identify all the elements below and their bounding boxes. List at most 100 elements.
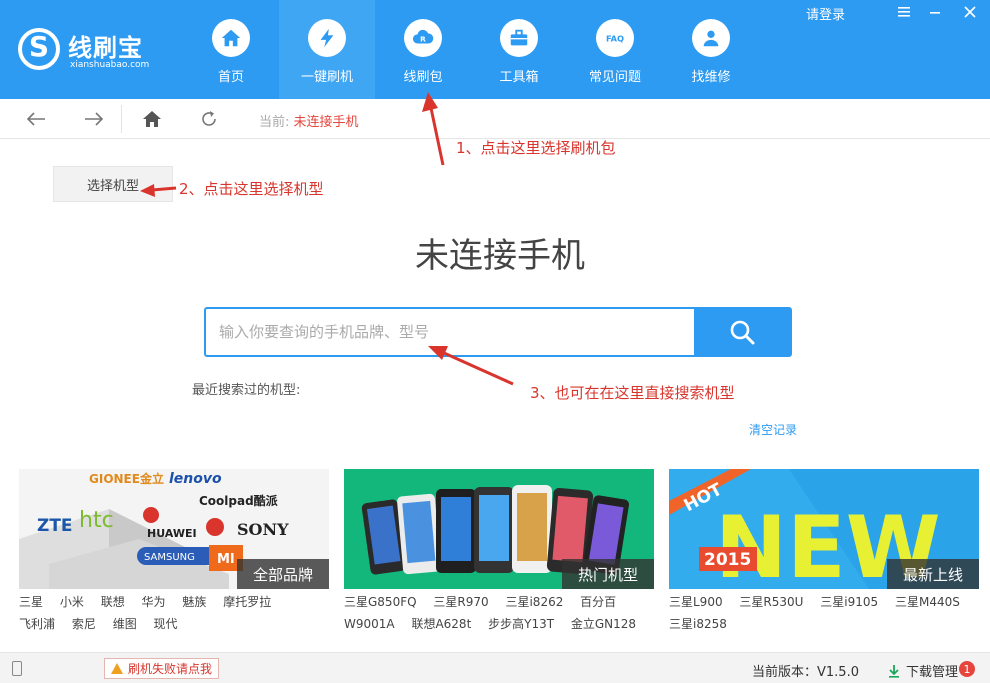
back-button[interactable] <box>22 106 50 132</box>
home-button[interactable] <box>138 106 166 132</box>
nav-faq[interactable]: FAQ 常见问题 <box>567 0 663 99</box>
download-manager-label: 下载管理 <box>906 665 959 680</box>
nav-toolbox[interactable]: 工具箱 <box>471 0 567 99</box>
brand-logo-htc: htc <box>79 508 114 533</box>
model-link[interactable]: 金立GN128 <box>571 613 636 635</box>
download-count-badge: 1 <box>959 661 975 677</box>
card-tag: 最新上线 <box>886 559 979 589</box>
search-button[interactable] <box>694 309 790 355</box>
model-link[interactable]: 三星i8258 <box>669 613 727 635</box>
model-link[interactable]: 三星M440S <box>895 591 960 613</box>
nav-label: 工具箱 <box>499 70 539 85</box>
recent-search-label: 最近搜索过的机型: <box>192 383 301 398</box>
annotation-2: 2、点击这里选择机型 <box>179 180 324 198</box>
repair-person-icon <box>692 19 730 57</box>
model-link[interactable]: 三星R970 <box>433 591 488 613</box>
nav-toolbar: 当前: 未连接手机 <box>0 99 990 139</box>
toolbar-divider <box>121 105 122 133</box>
minimize-button[interactable] <box>921 0 949 24</box>
search-icon <box>730 320 755 345</box>
lightning-icon <box>308 19 346 57</box>
model-link[interactable]: W9001A <box>344 613 395 635</box>
brand-links: 三星 小米 联想 华为 魅族 摩托罗拉 飞利浦 索尼 维图 现代 <box>19 591 331 635</box>
model-link[interactable]: 三星i8262 <box>505 591 563 613</box>
faq-icon: FAQ <box>596 19 634 57</box>
nav-label: 常见问题 <box>588 70 641 85</box>
brand-link[interactable]: 联想 <box>101 591 125 613</box>
nav-label: 一键刷机 <box>300 70 353 85</box>
brand-link[interactable]: 索尼 <box>72 613 96 635</box>
model-link[interactable]: 三星G850FQ <box>344 591 417 613</box>
brand-link[interactable]: 三星 <box>19 591 43 613</box>
card-tag: 热门机型 <box>561 559 654 589</box>
app-name: 线刷宝 <box>68 34 143 62</box>
breadcrumb-status: 未连接手机 <box>293 115 359 130</box>
brand-link[interactable]: 魅族 <box>182 591 206 613</box>
app-logo[interactable]: 线刷宝 xianshuabao.com <box>18 24 168 74</box>
model-link[interactable]: 步步高Y13T <box>488 613 554 635</box>
brand-link[interactable]: 维图 <box>113 613 137 635</box>
brand-logo-gionee: GIONEE金立 <box>89 471 164 486</box>
brand-link[interactable]: 飞利浦 <box>19 613 55 635</box>
model-link[interactable]: 三星i9105 <box>820 591 878 613</box>
search-input[interactable] <box>206 309 696 355</box>
header-bar: 线刷宝 xianshuabao.com 首页 一键刷机 R 线刷包 <box>0 0 990 99</box>
menu-icon <box>898 7 910 17</box>
card-new-arrivals[interactable]: HOT NEW 2015 最新上线 <box>669 469 979 589</box>
logo-s-icon <box>18 28 60 70</box>
arrow-left-icon <box>26 112 45 126</box>
brand-link[interactable]: 现代 <box>154 613 178 635</box>
hot-model-links: 三星G850FQ 三星R970 三星i8262 百分百 W9001A 联想A62… <box>344 591 656 635</box>
search-box <box>204 307 792 357</box>
brand-link[interactable]: 华为 <box>142 591 166 613</box>
flash-failed-label: 刷机失败请点我 <box>128 662 213 676</box>
card-hot-models[interactable]: 热门机型 <box>344 469 654 589</box>
brand-link[interactable]: 摩托罗拉 <box>223 591 271 613</box>
nav-one-click-flash[interactable]: 一键刷机 <box>279 0 375 99</box>
new-model-links: 三星L900 三星R530U 三星i9105 三星M440S 三星i8258 <box>669 591 984 635</box>
app-window: 线刷宝 xianshuabao.com 首页 一键刷机 R 线刷包 <box>0 0 990 683</box>
phone-icon <box>12 661 22 676</box>
toolbox-icon <box>500 19 538 57</box>
model-link[interactable]: 三星L900 <box>669 591 723 613</box>
download-icon <box>889 664 899 678</box>
brand-logo-samsung: SAMSUNG <box>144 552 195 563</box>
forward-button[interactable] <box>80 106 108 132</box>
download-manager-button[interactable]: 下载管理 <box>888 661 958 680</box>
annotation-1: 1、点击这里选择刷机包 <box>456 139 616 157</box>
status-bar: 刷机失败请点我 当前版本：V1.5.0 下载管理 1 <box>0 652 990 683</box>
nav-label: 线刷包 <box>403 70 443 85</box>
app-domain: xianshuabao.com <box>70 60 150 70</box>
svg-text:FAQ: FAQ <box>606 34 624 44</box>
breadcrumb-prefix: 当前: <box>259 115 290 130</box>
menu-button[interactable] <box>890 0 918 24</box>
card-all-brands[interactable]: GIONEE金立 lenovo Coolpad酷派 ZTE htc HUAWEI… <box>19 469 329 589</box>
nav-label: 找维修 <box>691 70 731 85</box>
select-model-button[interactable]: 选择机型 <box>53 166 173 202</box>
model-link[interactable]: 百分百 <box>580 591 616 613</box>
brand-logo-zte: ZTE <box>37 516 73 536</box>
nav-flash-package[interactable]: R 线刷包 <box>375 0 471 99</box>
model-link[interactable]: 联想A628t <box>411 613 471 635</box>
close-button[interactable] <box>956 0 984 24</box>
breadcrumb: 当前: 未连接手机 <box>259 111 359 130</box>
cloud-package-icon: R <box>404 19 442 57</box>
flash-failed-button[interactable]: 刷机失败请点我 <box>104 658 220 679</box>
svg-text:R: R <box>420 35 426 44</box>
refresh-icon <box>202 111 216 126</box>
arrow-right-icon <box>85 112 104 126</box>
nav-home[interactable]: 首页 <box>183 0 279 99</box>
card-tag: 全部品牌 <box>236 559 329 589</box>
model-link[interactable]: 三星R530U <box>739 591 803 613</box>
minimize-icon <box>930 12 940 14</box>
brand-link[interactable]: 小米 <box>60 591 84 613</box>
login-link[interactable]: 请登录 <box>806 4 845 23</box>
year-art-text: 2015 <box>704 550 751 570</box>
clear-history-link[interactable]: 清空记录 <box>749 421 797 438</box>
nav-find-repair[interactable]: 找维修 <box>663 0 759 99</box>
main-nav: 首页 一键刷机 R 线刷包 工具箱 FAQ 常见问题 找维修 <box>183 0 759 99</box>
warning-icon <box>111 663 123 674</box>
close-icon <box>964 6 976 18</box>
page-title: 未连接手机 <box>415 236 585 276</box>
refresh-button[interactable] <box>195 106 223 132</box>
